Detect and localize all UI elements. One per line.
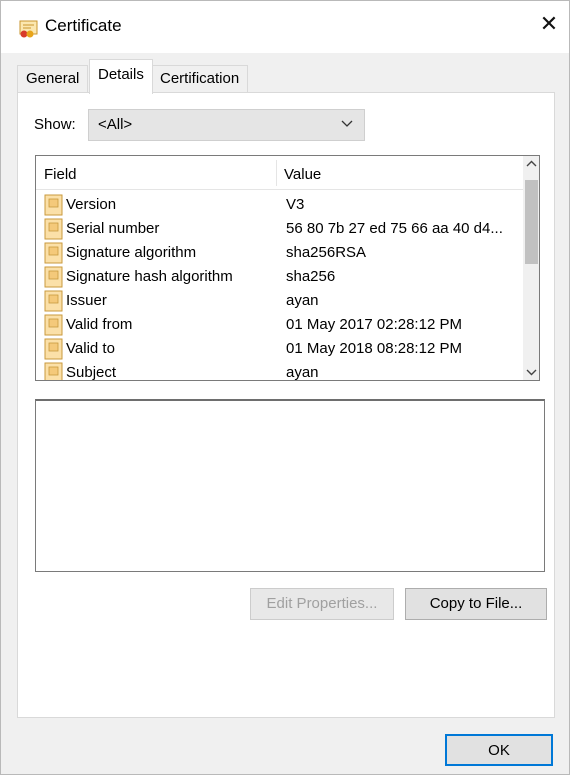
field-value: sha256 xyxy=(286,268,336,285)
field-document-icon xyxy=(44,266,64,288)
list-item[interactable]: Serial number 56 80 7b 27 ed 75 66 aa 40… xyxy=(36,217,523,241)
certificate-dialog: Certificate ✕ General Details Certificat… xyxy=(0,0,570,775)
field-value: 01 May 2017 02:28:12 PM xyxy=(286,316,462,333)
scrollbar-thumb[interactable] xyxy=(525,180,538,264)
field-value: 01 May 2018 08:28:12 PM xyxy=(286,340,462,357)
list-header: Field Value xyxy=(36,156,523,190)
column-divider[interactable] xyxy=(276,160,277,186)
edit-properties-button[interactable]: Edit Properties... xyxy=(250,588,394,620)
field-name: Serial number xyxy=(66,220,160,237)
field-document-icon xyxy=(44,338,64,360)
field-name: Signature algorithm xyxy=(66,244,197,261)
scroll-down-arrow-icon[interactable] xyxy=(523,363,539,380)
list-item[interactable]: Version V3 xyxy=(36,193,523,217)
list-item[interactable]: Signature algorithm sha256RSA xyxy=(36,241,523,265)
field-name: Valid from xyxy=(66,316,133,333)
field-document-icon xyxy=(44,242,64,264)
list-item[interactable]: Valid from 01 May 2017 02:28:12 PM xyxy=(36,313,523,337)
certificate-icon xyxy=(19,19,39,39)
column-header-value[interactable]: Value xyxy=(284,166,321,183)
show-label: Show: xyxy=(34,116,76,133)
field-document-icon xyxy=(44,290,64,312)
field-list[interactable]: Field Value Version V3 Serial number 56 … xyxy=(35,155,540,381)
chevron-down-icon xyxy=(340,116,354,130)
window-title: Certificate xyxy=(45,16,122,35)
field-document-icon xyxy=(44,194,64,216)
field-value: sha256RSA xyxy=(286,244,367,261)
tab-certification-path[interactable]: Certification Path xyxy=(151,65,249,113)
list-item[interactable]: Valid to 01 May 2018 08:28:12 PM xyxy=(36,337,523,361)
field-name: Issuer xyxy=(66,292,107,309)
list-item[interactable]: Signature hash algorithm sha256 xyxy=(36,265,523,289)
field-detail-textbox[interactable] xyxy=(35,399,545,572)
list-item[interactable]: Issuer ayan xyxy=(36,289,523,313)
details-panel: Show: <All> Field Value Version V3 Seria… xyxy=(17,92,555,718)
list-item[interactable]: Subject ayan xyxy=(36,361,523,381)
vertical-scrollbar[interactable] xyxy=(523,156,539,380)
scroll-up-arrow-icon[interactable] xyxy=(523,156,539,173)
field-value: ayan xyxy=(286,364,319,381)
copy-to-file-button[interactable]: Copy to File... xyxy=(405,588,547,620)
field-name: Subject xyxy=(66,364,117,381)
field-name: Signature hash algorithm xyxy=(66,268,233,285)
field-document-icon xyxy=(44,314,64,336)
column-header-field[interactable]: Field xyxy=(44,166,77,183)
show-dropdown-value: <All> xyxy=(98,116,133,133)
tab-details[interactable]: Details xyxy=(89,59,153,94)
ok-button[interactable]: OK xyxy=(445,734,553,766)
field-name: Valid to xyxy=(66,340,115,357)
close-button[interactable]: ✕ xyxy=(529,7,569,41)
field-name: Version xyxy=(66,196,117,213)
field-document-icon xyxy=(44,218,64,240)
field-value: ayan xyxy=(286,292,319,309)
show-dropdown[interactable]: <All> xyxy=(88,109,365,141)
field-value: 56 80 7b 27 ed 75 66 aa 40 d4... xyxy=(286,220,503,237)
field-value: V3 xyxy=(286,196,305,213)
tab-general[interactable]: General xyxy=(17,65,89,93)
title-bar: Certificate ✕ xyxy=(1,1,569,53)
field-document-icon xyxy=(44,362,64,380)
